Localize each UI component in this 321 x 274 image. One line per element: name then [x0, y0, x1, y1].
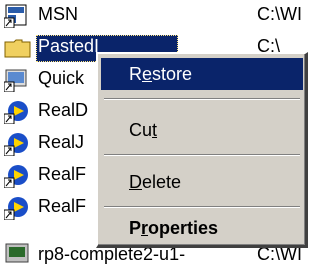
file-name: Quick: [38, 68, 85, 88]
menu-label-part: elete: [142, 172, 182, 192]
folder-icon: [4, 36, 32, 60]
menu-label-part: P: [129, 218, 142, 238]
file-name: RealD: [38, 100, 89, 120]
list-item[interactable]: MSN C:\WI: [0, 0, 321, 32]
file-name: MSN: [38, 4, 78, 24]
realplayer-icon: [4, 164, 32, 188]
file-name: RealF: [38, 164, 87, 184]
menu-item-cut[interactable]: Cut: [101, 114, 303, 146]
realplayer-icon: [4, 132, 32, 156]
menu-mnemonic: r: [141, 218, 149, 238]
menu-mnemonic: e: [142, 64, 153, 84]
file-name: PastedI: [38, 36, 100, 56]
menu-mnemonic: D: [129, 172, 142, 192]
menu-separator: [104, 154, 300, 156]
menu-item-delete[interactable]: Delete: [101, 166, 303, 198]
menu-separator: [104, 98, 300, 100]
context-menu: Restore Cut Delete Properties: [96, 52, 308, 248]
file-name: RealF: [38, 196, 87, 216]
menu-label-part: Cu: [129, 120, 153, 140]
quicktime-icon: [4, 68, 32, 92]
menu-item-restore[interactable]: Restore: [101, 58, 303, 90]
installer-icon: [4, 242, 32, 266]
menu-item-properties[interactable]: Properties: [101, 212, 303, 244]
menu-mnemonic: t: [152, 120, 158, 140]
realplayer-icon: [4, 100, 32, 124]
menu-separator: [104, 206, 300, 208]
menu-label-part: operties: [148, 218, 219, 238]
menu-label-part: R: [129, 64, 142, 84]
shortcut-icon: [4, 4, 32, 28]
file-path: C:\WI: [257, 4, 302, 24]
file-name: RealJ: [38, 132, 85, 152]
realplayer-icon: [4, 196, 32, 220]
menu-label-part: store: [152, 64, 193, 84]
